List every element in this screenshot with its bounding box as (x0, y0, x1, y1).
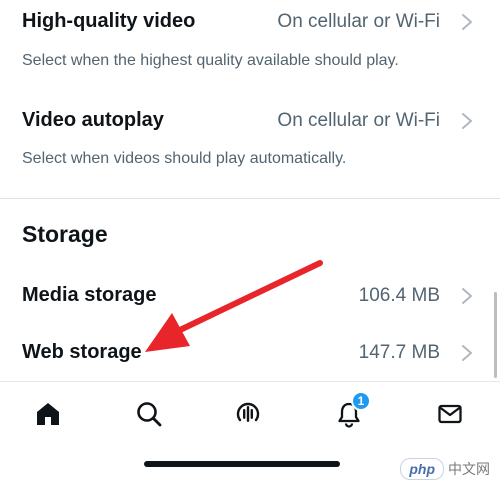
media-storage-label: Media storage (22, 284, 157, 306)
search-icon (137, 402, 162, 427)
tab-home[interactable] (28, 394, 68, 434)
home-indicator (144, 461, 340, 467)
chevron-right-icon (462, 112, 472, 129)
chevron-right-icon (462, 13, 472, 30)
storage-section-title: Storage (22, 221, 108, 247)
video-autoplay-label: Video autoplay (22, 109, 164, 131)
web-storage-value: 147.7 MB (358, 341, 440, 363)
tab-messages[interactable] (430, 394, 470, 434)
tab-notifications[interactable]: 1 (329, 391, 371, 434)
bottom-tab-bar: 1 (0, 382, 500, 446)
messages-icon (438, 404, 462, 424)
video-autoplay-row[interactable]: Video autoplay On cellular or Wi-Fi (22, 109, 474, 132)
high-quality-video-value: On cellular or Wi-Fi (277, 10, 440, 32)
video-autoplay-value: On cellular or Wi-Fi (277, 109, 440, 131)
watermark-logo: php (400, 458, 444, 480)
notifications-badge: 1 (351, 391, 371, 411)
high-quality-video-label: High-quality video (22, 10, 196, 32)
media-storage-row[interactable]: Media storage 106.4 MB (22, 284, 474, 307)
high-quality-video-row[interactable]: High-quality video On cellular or Wi-Fi (22, 10, 474, 33)
media-storage-value: 106.4 MB (358, 284, 440, 306)
chevron-right-icon (462, 344, 472, 361)
home-icon (37, 403, 59, 425)
web-storage-row[interactable]: Web storage 147.7 MB (22, 341, 474, 364)
scrollbar-thumb[interactable] (494, 292, 497, 378)
chevron-right-icon (462, 287, 472, 304)
tab-search[interactable] (129, 394, 169, 434)
watermark-text: 中文网 (448, 461, 490, 477)
spaces-icon (236, 402, 260, 422)
tab-spaces[interactable] (228, 394, 268, 434)
video-autoplay-description: Select when videos should play automatic… (22, 150, 347, 167)
high-quality-video-description: Select when the highest quality availabl… (22, 52, 399, 69)
watermark: php 中文网 (400, 458, 490, 480)
section-divider (0, 198, 500, 199)
web-storage-label: Web storage (22, 341, 142, 363)
